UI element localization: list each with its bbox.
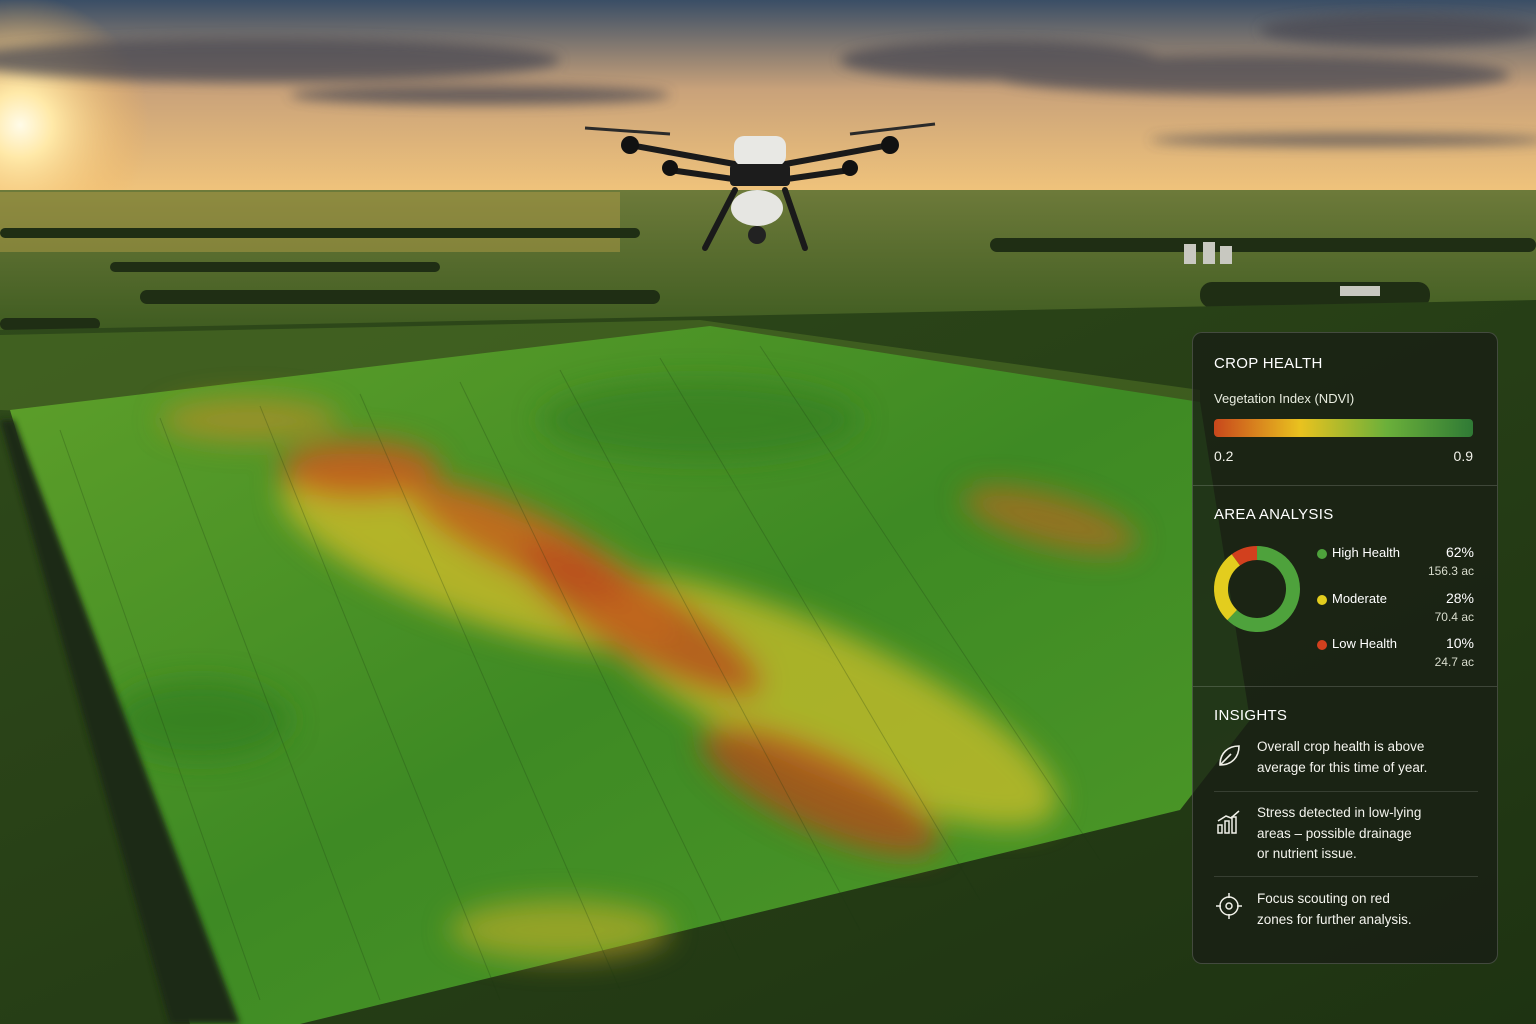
- insight-line: Overall crop health is above: [1257, 739, 1425, 754]
- insight-text: Stress detected in low-lying areas – pos…: [1257, 803, 1467, 865]
- ndvi-scale-min: 0.2: [1214, 448, 1234, 464]
- legend-dot-high: [1317, 549, 1327, 559]
- legend-label-low: Low Health: [1332, 636, 1398, 651]
- crop-health-title: CROP HEALTH: [1214, 355, 1323, 372]
- legend-label-high: High Health: [1332, 545, 1400, 560]
- insight-line: average for this time of year.: [1257, 759, 1428, 775]
- insight-text: Overall crop health is above average for…: [1257, 737, 1467, 778]
- legend-acres-high: 156.3 ac: [1427, 564, 1474, 578]
- legend-row-low: Low Health 10% 24.7 ac: [1317, 635, 1477, 676]
- legend-row-high: High Health 62% 156.3 ac: [1317, 544, 1477, 585]
- insight-line: Stress detected in low-lying: [1257, 805, 1422, 820]
- insights-title: INSIGHTS: [1214, 707, 1288, 724]
- legend-label-moderate: Moderate: [1332, 591, 1387, 606]
- legend-dot-low: [1317, 640, 1327, 650]
- target-icon: [1216, 893, 1242, 919]
- legend-pct-moderate: 28%: [1445, 590, 1474, 606]
- crop-health-panel: CROP HEALTH Vegetation Index (NDVI) 0.2 …: [1192, 332, 1498, 964]
- bar-chart-icon: [1217, 810, 1240, 834]
- insight-separator: [1214, 876, 1478, 877]
- insight-line: zones for further analysis.: [1257, 911, 1412, 927]
- legend-acres-moderate: 70.4 ac: [1434, 610, 1474, 624]
- ndvi-label: Vegetation Index (NDVI): [1214, 391, 1355, 406]
- insight-text: Focus scouting on red zones for further …: [1257, 889, 1467, 930]
- insight-line: Focus scouting on red: [1257, 891, 1390, 906]
- legend-pct-high: 62%: [1445, 544, 1474, 560]
- area-analysis-title: AREA ANALYSIS: [1214, 506, 1334, 523]
- ndvi-scale-max: 0.9: [1453, 448, 1473, 464]
- divider: [1193, 485, 1497, 486]
- legend-acres-low: 24.7 ac: [1434, 655, 1474, 669]
- divider: [1193, 686, 1497, 687]
- legend-dot-moderate: [1317, 595, 1327, 605]
- insight-line: or nutrient issue.: [1257, 846, 1357, 861]
- legend-row-moderate: Moderate 28% 70.4 ac: [1317, 590, 1477, 631]
- ndvi-gradient-bar: [1214, 419, 1473, 437]
- legend-pct-low: 10%: [1445, 635, 1474, 651]
- insight-separator: [1214, 791, 1478, 792]
- insight-line: areas – possible drainage: [1257, 825, 1412, 841]
- health-donut-chart: [1214, 546, 1300, 632]
- leaf-icon: [1219, 745, 1240, 766]
